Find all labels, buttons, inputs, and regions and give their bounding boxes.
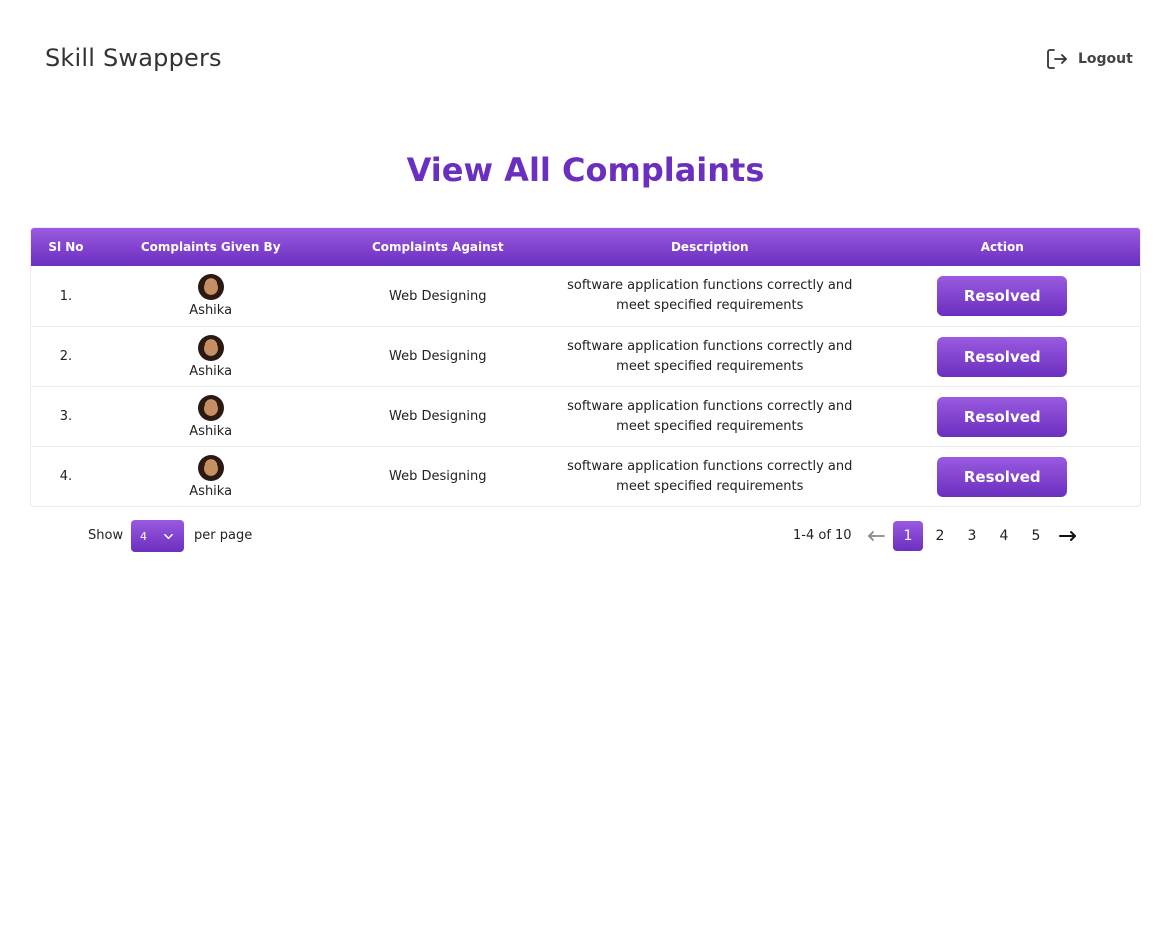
arrow-left-icon[interactable]	[866, 528, 886, 544]
description-cell: software application functions correctly…	[567, 458, 853, 494]
pagination-range: 1-4 of 10	[793, 528, 852, 543]
avatar	[197, 394, 224, 421]
logout-button[interactable]: Logout	[1045, 47, 1133, 71]
given-by-name: Ashika	[189, 303, 233, 318]
resolved-button[interactable]: Resolved	[937, 396, 1068, 437]
page-button-2[interactable]: 2	[925, 521, 955, 551]
complaints-table: Sl No Complaints Given By Complaints Aga…	[30, 227, 1141, 507]
avatar	[197, 334, 224, 361]
action-cell: Resolved	[865, 336, 1141, 377]
column-header-action: Action	[980, 240, 1024, 254]
table-row: 3. Ashika Web Designing software applica…	[31, 386, 1140, 446]
action-cell: Resolved	[865, 276, 1141, 316]
sl-no-cell: 1.	[59, 288, 73, 304]
given-by-cell: Ashika	[101, 274, 321, 318]
description-cell: software application functions correctly…	[567, 338, 853, 374]
page-button-4[interactable]: 4	[989, 521, 1019, 551]
description-cell: software application functions correctly…	[567, 398, 853, 434]
against-cell: Web Designing	[389, 288, 487, 304]
column-header-sl-no: Sl No	[48, 240, 84, 254]
arrow-right-icon[interactable]	[1058, 528, 1078, 544]
resolved-button[interactable]: Resolved	[937, 276, 1068, 316]
given-by-cell: Ashika	[101, 394, 321, 439]
given-by-name: Ashika	[189, 483, 233, 499]
column-header-against: Complaints Against	[371, 240, 504, 254]
resolved-button[interactable]: Resolved	[937, 336, 1068, 377]
action-cell: Resolved	[865, 456, 1141, 497]
table-header: Sl No Complaints Given By Complaints Aga…	[31, 228, 1140, 266]
given-by-name: Ashika	[189, 363, 233, 379]
column-header-given-by: Complaints Given By	[140, 240, 281, 254]
avatar	[197, 454, 224, 481]
against-cell: Web Designing	[389, 469, 487, 484]
sl-no-cell: 3.	[59, 409, 73, 424]
given-by-cell: Ashika	[101, 334, 321, 379]
action-cell: Resolved	[865, 396, 1141, 437]
sl-no-cell: 4.	[59, 469, 73, 484]
per-page-select[interactable]: 4	[131, 520, 184, 552]
table-row: 4. Ashika Web Designing software applica…	[31, 446, 1140, 506]
logout-icon	[1047, 49, 1067, 69]
show-label: Show	[88, 528, 124, 543]
page-button-3[interactable]: 3	[957, 521, 987, 551]
page-button-1[interactable]: 1	[893, 521, 923, 551]
table-body: 1. Ashika Web Designing software applica…	[31, 266, 1140, 506]
avatar	[197, 274, 224, 300]
brand-title: Skill Swappers	[45, 44, 222, 72]
given-by-cell: Ashika	[101, 454, 321, 499]
description-cell: software application functions correctly…	[567, 278, 853, 313]
page-button-5[interactable]: 5	[1021, 521, 1051, 551]
against-cell: Web Designing	[389, 409, 487, 424]
per-page-value: 4	[140, 529, 147, 543]
chevron-down-icon	[164, 533, 173, 540]
per-page-label: per page	[194, 528, 253, 543]
against-cell: Web Designing	[389, 349, 487, 364]
page-title: View All Complaints	[406, 151, 765, 189]
sl-no-cell: 2.	[59, 349, 73, 364]
logout-label: Logout	[1078, 51, 1133, 67]
table-row: 2. Ashika Web Designing software applica…	[31, 326, 1140, 386]
column-header-description: Description	[670, 240, 749, 254]
resolved-button[interactable]: Resolved	[937, 456, 1068, 497]
given-by-name: Ashika	[189, 423, 233, 439]
table-row: 1. Ashika Web Designing software applica…	[31, 266, 1140, 326]
